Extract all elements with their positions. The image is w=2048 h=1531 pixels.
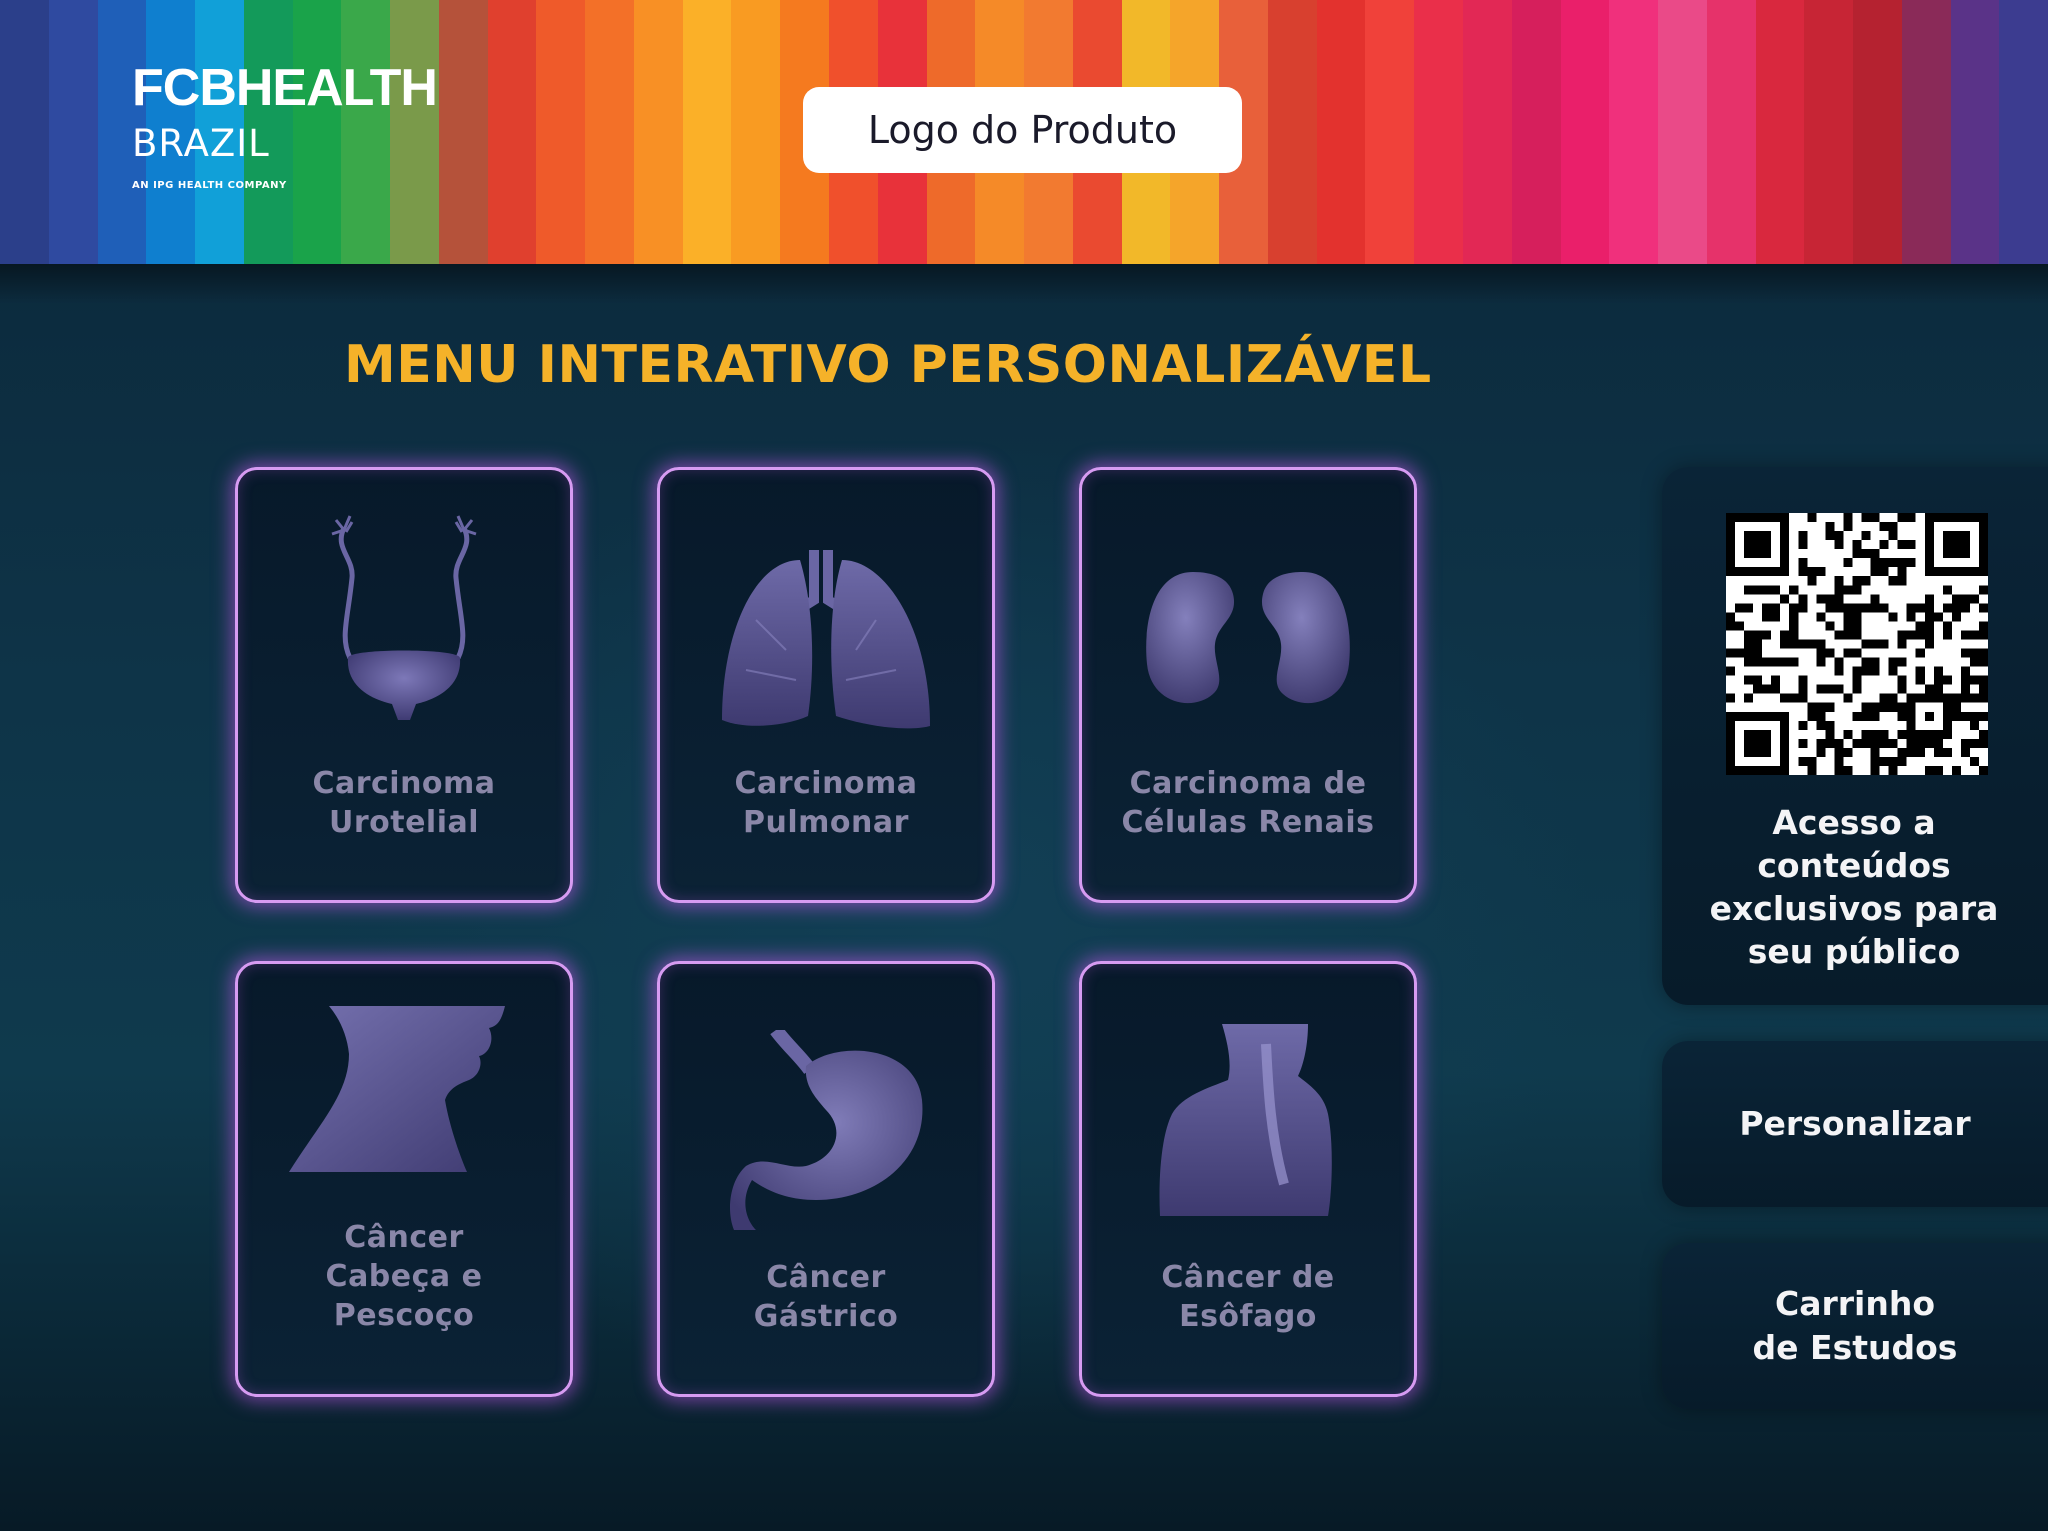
header-stripe — [487, 0, 537, 264]
neck-icon — [238, 1004, 570, 1184]
card-cancer-gastrico[interactable]: Câncer Gástrico — [657, 961, 995, 1397]
header-stripe — [536, 0, 586, 264]
header-stripe — [1804, 0, 1854, 264]
header-stripe — [682, 0, 732, 264]
header-stripe — [633, 0, 683, 264]
card-label: Carcinoma de Células Renais — [1121, 766, 1375, 840]
card-label: Carcinoma Urotelial — [312, 766, 496, 840]
carrinho-de-estudos-button[interactable]: Carrinho de Estudos — [1662, 1243, 2048, 1409]
qr-caption: Acesso a conteúdos exclusivos para seu p… — [1709, 803, 1999, 971]
header-stripe — [1365, 0, 1415, 264]
header-stripe — [1901, 0, 1951, 264]
personalizar-label: Personalizar — [1739, 1104, 1971, 1143]
product-logo-placeholder: Logo do Produto — [803, 87, 1242, 173]
bladder-icon — [238, 508, 570, 728]
header-stripe — [438, 0, 488, 264]
brand-logo: FCBHEALTH BRAZIL AN IPG HEALTH COMPANY — [132, 59, 438, 191]
header-stripe — [585, 0, 634, 264]
personalizar-button[interactable]: Personalizar — [1662, 1041, 2048, 1207]
card-carcinoma-pulmonar[interactable]: Carcinoma Pulmonar — [657, 467, 995, 903]
header-stripe — [1267, 0, 1317, 264]
header-stripe — [1853, 0, 1902, 264]
header-stripe — [1755, 0, 1805, 264]
qr-panel[interactable]: Acesso a conteúdos exclusivos para seu p… — [1662, 467, 2048, 1005]
header-stripe — [1462, 0, 1512, 264]
header-stripe — [1316, 0, 1366, 264]
card-carcinoma-urotelial[interactable]: Carcinoma Urotelial — [235, 467, 573, 903]
carrinho-label: Carrinho de Estudos — [1752, 1284, 1958, 1367]
brand-country: BRAZIL — [132, 122, 270, 165]
qr-code[interactable] — [1726, 513, 1988, 775]
kidneys-icon — [1082, 564, 1414, 714]
stomach-icon — [660, 1030, 992, 1230]
header-stripe — [1511, 0, 1561, 264]
app-screen: FCBHEALTH BRAZIL AN IPG HEALTH COMPANY L… — [0, 0, 2048, 1531]
page-title: MENU INTERATIVO PERSONALIZÁVEL — [344, 335, 1432, 395]
card-cancer-esofago[interactable]: Câncer de Esôfago — [1079, 961, 1417, 1397]
header-stripe — [731, 0, 781, 264]
card-cancer-cabeca-pescoco[interactable]: Câncer Cabeça e Pescoço — [235, 961, 573, 1397]
header-stripe — [1950, 0, 2000, 264]
header-shadow — [0, 264, 2048, 304]
lungs-icon — [660, 540, 992, 740]
header-stripe — [1560, 0, 1610, 264]
header-stripe — [0, 0, 49, 264]
card-label: Câncer Cabeça e Pescoço — [325, 1220, 483, 1333]
card-label: Carcinoma Pulmonar — [734, 766, 918, 840]
brand-name: FCBHEALTH — [132, 59, 438, 117]
card-label: Câncer de Esôfago — [1161, 1260, 1335, 1334]
brand-tagline: AN IPG HEALTH COMPANY — [132, 180, 287, 191]
header-stripe — [1706, 0, 1756, 264]
esophagus-icon — [1082, 1024, 1414, 1224]
card-label: Câncer Gástrico — [753, 1260, 899, 1334]
header-stripe — [48, 0, 98, 264]
header-stripe — [1414, 0, 1463, 264]
header-stripe — [1999, 0, 2048, 264]
card-carcinoma-celulas-renais[interactable]: Carcinoma de Células Renais — [1079, 467, 1417, 903]
header-stripe — [1658, 0, 1707, 264]
header-stripe — [1609, 0, 1659, 264]
